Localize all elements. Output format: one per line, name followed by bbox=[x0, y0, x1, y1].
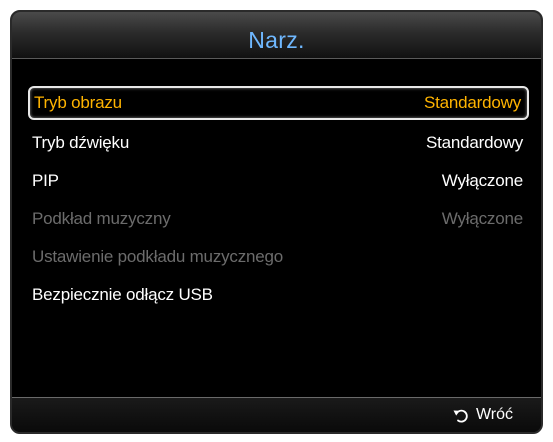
menu-item-label: Tryb dźwięku bbox=[32, 133, 130, 152]
panel-header: Narz. bbox=[12, 12, 541, 59]
menu-item-value: Standardowy bbox=[425, 133, 523, 152]
menu-item-label: Podkład muzyczny bbox=[32, 209, 171, 228]
menu-item-label: PIP bbox=[32, 171, 59, 190]
menu-item-sound-mode[interactable]: Tryb dźwięku Standardowy bbox=[28, 124, 529, 162]
panel-footer: Wróć bbox=[12, 397, 541, 432]
tools-menu-panel: Narz. Tryb obrazu Standardowy Tryb dźwię… bbox=[10, 10, 543, 434]
menu-item-label: Tryb obrazu bbox=[34, 93, 122, 112]
menu-item-value: Wyłączone bbox=[441, 209, 523, 228]
return-arrow-icon bbox=[453, 409, 468, 423]
menu-item-background-music: Podkład muzyczny Wyłączone bbox=[28, 200, 529, 238]
menu-item-label: Ustawienie podkładu muzycznego bbox=[32, 247, 284, 266]
menu-item-value: Standardowy bbox=[423, 93, 521, 112]
back-label: Wróć bbox=[475, 406, 513, 423]
menu-item-picture-mode[interactable]: Tryb obrazu Standardowy bbox=[28, 86, 529, 120]
panel-title: Narz. bbox=[248, 27, 305, 53]
back-button[interactable]: Wróć bbox=[452, 404, 513, 426]
menu-item-safely-remove-usb[interactable]: Bezpiecznie odłącz USB bbox=[28, 276, 529, 314]
menu-item-label: Bezpiecznie odłącz USB bbox=[32, 285, 213, 304]
menu-item-background-music-settings: Ustawienie podkładu muzycznego bbox=[28, 238, 529, 276]
menu-item-pip[interactable]: PIP Wyłączone bbox=[28, 162, 529, 200]
menu-list: Tryb obrazu Standardowy Tryb dźwięku Sta… bbox=[28, 86, 529, 314]
menu-item-value: Wyłączone bbox=[441, 171, 523, 190]
